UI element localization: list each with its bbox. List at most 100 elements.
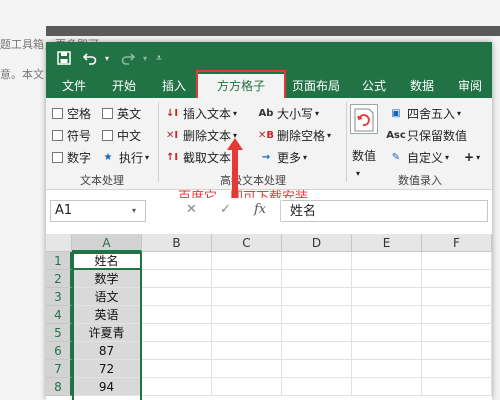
cell[interactable] [142, 252, 212, 270]
cell[interactable] [142, 270, 212, 288]
cell[interactable] [142, 378, 212, 396]
cell[interactable] [212, 342, 282, 360]
cell[interactable] [212, 306, 282, 324]
cell[interactable] [282, 288, 352, 306]
cell[interactable] [212, 360, 282, 378]
tab-file[interactable]: 文件 [52, 74, 96, 98]
cell[interactable] [282, 378, 352, 396]
checkbox-box[interactable] [102, 129, 113, 141]
column-header[interactable]: B [142, 234, 212, 252]
add-button[interactable]: + ▾ [464, 148, 480, 166]
cell[interactable] [352, 324, 422, 342]
checkbox-chinese[interactable]: 中文 [102, 126, 141, 144]
cell[interactable] [352, 378, 422, 396]
case-button[interactable]: Ab 大小写 ▾ [258, 104, 319, 122]
checkbox-symbol[interactable]: 符号 [52, 126, 91, 144]
cell[interactable] [422, 270, 492, 288]
checkbox-box[interactable] [52, 129, 63, 141]
cell[interactable] [212, 270, 282, 288]
undo-dropdown-icon[interactable]: ▾ [102, 48, 112, 68]
chevron-down-icon[interactable]: ▾ [132, 206, 136, 215]
fx-icon[interactable]: fx [254, 202, 266, 217]
chevron-down-icon: ▾ [303, 152, 308, 162]
cell[interactable] [352, 252, 422, 270]
cell[interactable] [282, 324, 352, 342]
row-header[interactable]: 8 [46, 378, 72, 396]
cell[interactable] [282, 270, 352, 288]
group-divider [158, 102, 159, 182]
cell[interactable] [212, 252, 282, 270]
cell[interactable] [142, 342, 212, 360]
tab-review[interactable]: 审阅 [448, 74, 492, 98]
execute-button[interactable]: ★ 执行 ▾ [100, 148, 150, 166]
custom-button[interactable]: ✎ 自定义 ▾ [388, 148, 449, 166]
background-text-line2: 意。本文 [0, 68, 44, 81]
round-button[interactable]: ▣ 四舍五入 ▾ [388, 104, 461, 122]
tab-page-layout[interactable]: 页面布局 [286, 74, 346, 98]
insert-text-button[interactable]: ↓I 插入文本 ▾ [164, 104, 237, 122]
cell[interactable] [142, 306, 212, 324]
value-button[interactable]: 数值 [352, 146, 376, 164]
keep-value-button[interactable]: Asc 只保留数值 [386, 126, 467, 144]
checkbox-space[interactable]: 空格 [52, 104, 91, 122]
cell[interactable] [352, 288, 422, 306]
cell[interactable] [142, 360, 212, 378]
cell[interactable] [352, 342, 422, 360]
value-icon[interactable] [350, 104, 378, 134]
cell[interactable] [282, 306, 352, 324]
cell[interactable] [212, 324, 282, 342]
checkbox-number[interactable]: 数字 [52, 148, 91, 166]
cancel-icon[interactable]: ✕ [186, 202, 197, 217]
checkbox-box[interactable] [52, 107, 63, 119]
cell[interactable] [422, 324, 492, 342]
column-header[interactable]: D [282, 234, 352, 252]
more-button[interactable]: → 更多 ▾ [258, 148, 307, 166]
chevron-down-icon: ▾ [145, 152, 150, 162]
redo-dropdown-icon[interactable]: ▾ [140, 48, 150, 68]
cell[interactable] [422, 342, 492, 360]
column-header[interactable]: F [422, 234, 492, 252]
select-all-corner[interactable] [46, 234, 72, 252]
row-header[interactable]: 1 [46, 252, 72, 270]
row-header[interactable]: 2 [46, 270, 72, 288]
column-header[interactable]: A [72, 234, 142, 252]
cell[interactable] [422, 252, 492, 270]
formula-input[interactable]: 姓名 [282, 200, 488, 222]
column-header[interactable]: C [212, 234, 282, 252]
cell[interactable] [282, 342, 352, 360]
delete-spaces-button[interactable]: ✕B 删除空格 ▾ [258, 126, 331, 144]
redo-icon[interactable] [118, 48, 138, 68]
row-header[interactable]: 4 [46, 306, 72, 324]
save-icon[interactable] [54, 48, 74, 68]
row-header[interactable]: 6 [46, 342, 72, 360]
tab-data[interactable]: 数据 [400, 74, 444, 98]
cell[interactable] [142, 288, 212, 306]
cell[interactable] [422, 288, 492, 306]
customize-qat-icon[interactable]: ⩡ [152, 48, 166, 68]
cell[interactable] [352, 360, 422, 378]
cell[interactable] [282, 252, 352, 270]
cell[interactable] [352, 306, 422, 324]
keep-value-icon: Asc [386, 129, 406, 141]
cell[interactable] [422, 306, 492, 324]
cell[interactable] [212, 378, 282, 396]
extract-text-button[interactable]: ↑I截取文本▾ [164, 148, 237, 166]
row-header[interactable]: 5 [46, 324, 72, 342]
cell[interactable] [212, 288, 282, 306]
cell[interactable] [352, 270, 422, 288]
tab-formulas[interactable]: 公式 [352, 74, 396, 98]
tab-home[interactable]: 开始 [102, 74, 146, 98]
column-header[interactable]: E [352, 234, 422, 252]
cell[interactable] [142, 324, 212, 342]
undo-icon[interactable] [80, 48, 100, 68]
cell[interactable] [422, 378, 492, 396]
tab-insert[interactable]: 插入 [152, 74, 196, 98]
checkbox-box[interactable] [102, 107, 113, 119]
cell[interactable] [282, 360, 352, 378]
row-header[interactable]: 7 [46, 360, 72, 378]
checkbox-english[interactable]: 英文 [102, 104, 141, 122]
row-header[interactable]: 3 [46, 288, 72, 306]
checkbox-box[interactable] [52, 151, 63, 163]
cell[interactable] [422, 360, 492, 378]
confirm-icon[interactable]: ✓ [220, 202, 231, 217]
